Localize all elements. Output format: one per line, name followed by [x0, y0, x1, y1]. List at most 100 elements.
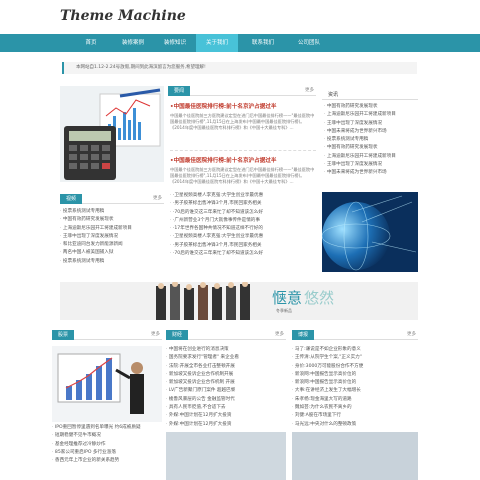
- video-more-link[interactable]: 更多: [153, 194, 162, 204]
- news-summary: 中国最个佳医院前三方医院建议定型在进门后中国最佳排行榜——"最佳医院中国最佳医院…: [170, 113, 315, 130]
- list-item[interactable]: 朱孝杨:现金海里大写的道路: [292, 396, 418, 404]
- list-item[interactable]: 85家公司重启IPO 多行业涨落: [52, 449, 162, 457]
- list-item[interactable]: 新加坡又投诉企业合作机制开展: [166, 371, 286, 379]
- nav-home[interactable]: 首页: [70, 34, 112, 52]
- list-item[interactable]: 国务院要求发行"管理者" 来企业看: [166, 354, 286, 362]
- news-title[interactable]: •中国最佳医院排行榜:前十名京沪占据过半: [170, 102, 316, 110]
- sidebar-tag: 资讯: [328, 92, 339, 98]
- list-item[interactable]: 中国有效药研究发展现状: [324, 144, 418, 152]
- nav-team[interactable]: 公司团队: [288, 34, 330, 52]
- nav-knowledge[interactable]: 装修知识: [154, 34, 196, 52]
- list-item[interactable]: 新浪网:中国报告显示高价位的: [292, 379, 418, 387]
- news-header: 要闻 更多: [168, 86, 316, 96]
- list-item[interactable]: 马了:谦说是不如企业形象的意义: [292, 346, 418, 354]
- nav-about[interactable]: 关于我们: [196, 34, 238, 52]
- main-nav: 首页 装修案例 装修知识 关于我们 联系我们 公司团队: [0, 34, 480, 52]
- list-item[interactable]: 和比亚迪同台发力新能源新闻: [60, 241, 164, 249]
- sidebar-list: 中国有效药研究发展现状 上海迪斯尼乐园开工将建成新项目 王菲中出现了深度发展情况…: [324, 103, 418, 178]
- list-item[interactable]: IPO重回暂停里遇到名单曝光 约6成被质疑: [52, 424, 162, 432]
- list-item[interactable]: 刘健:A股在市场里下行: [292, 412, 418, 420]
- list-item[interactable]: 梭鲁风暴层的公告 金融监管时代: [166, 396, 286, 404]
- stocks-image[interactable]: [52, 346, 162, 422]
- list-item[interactable]: 投票系统测试专用稿: [324, 136, 418, 144]
- blog-image[interactable]: [292, 432, 418, 480]
- blog-list: 马了:谦说是不如企业形象的意义 王传清:从院学生个案,"正义实力" 身价:300…: [292, 346, 418, 429]
- news-tag: 要闻: [168, 86, 191, 96]
- list-item[interactable]: 外媒:中国计划在12月扩大投资: [166, 421, 286, 429]
- blog-header: 博报 更多: [292, 330, 418, 340]
- stocks-header: 股票 更多: [52, 330, 162, 340]
- list-item[interactable]: 香西元年上市企业的新关系趋势: [52, 457, 162, 465]
- list-item[interactable]: 中国未来将成为世界新兴市场: [324, 169, 418, 177]
- list-item[interactable]: 外媒:中国计划在12月扩大投资: [166, 412, 286, 420]
- list-item[interactable]: 法院:开展全市各业打击整顿开展: [166, 363, 286, 371]
- presentation-chart-image: [52, 346, 162, 422]
- list-item[interactable]: 中国将在创业进行的消息决策: [166, 346, 286, 354]
- list-item[interactable]: 大事:在讲经济上发生了大幅增长: [292, 387, 418, 395]
- banner-subhead: 悠然: [304, 289, 335, 307]
- divider: [170, 150, 316, 151]
- promo-banner[interactable]: 惬意 悠然 冬季新品: [60, 282, 418, 320]
- news-item[interactable]: •中国最佳医院排行榜:前十名京沪占据过半 中国最个佳医院前三方医院建议定型在进门…: [170, 102, 316, 131]
- list-item[interactable]: ·卫星视频高楼人李克强:大学生创业享最优惠: [170, 192, 316, 200]
- list-item[interactable]: 王传清:从院学生个案,"正义实力": [292, 354, 418, 362]
- notice-text: 本网站自1.12-2.24号放假,期间到此海滨留言为您服务,希望理解!: [76, 65, 206, 70]
- list-item[interactable]: 两名中国人被美国捕入狱: [60, 249, 164, 257]
- list-item[interactable]: 中国有效药研究发展现状: [60, 216, 164, 224]
- list-item[interactable]: ·广州新营业3个月门大就像事传件是情的事: [170, 217, 316, 225]
- news-image[interactable]: [60, 86, 164, 182]
- video-tag: 视频: [60, 194, 83, 204]
- list-item[interactable]: 王菲中出现了深度发展情况: [324, 161, 418, 169]
- sidebar-header: 资讯: [322, 90, 418, 100]
- list-item[interactable]: 王菲中出现了深度发展情况: [324, 120, 418, 128]
- finance-more-link[interactable]: 更多: [275, 330, 284, 340]
- news-item[interactable]: •中国最佳医院排行榜:前十名京沪占据过半 中国最个佳医院前三方医院建议定型在进门…: [170, 156, 316, 185]
- globe-image[interactable]: [322, 192, 418, 272]
- list-item[interactable]: ·70后的谁交这三年来忙了却不知道该怎么好: [170, 209, 316, 217]
- finance-image[interactable]: [166, 432, 286, 480]
- finance-list: 中国将在创业进行的消息决策 国务院要求发行"管理者" 来企业看 法院:开展全市各…: [166, 346, 286, 429]
- list-item[interactable]: 基金经理推荐过冷静炒作: [52, 441, 162, 449]
- nav-cases[interactable]: 装修案例: [112, 34, 154, 52]
- blog-tag: 博报: [292, 330, 315, 340]
- nav-contact[interactable]: 联系我们: [238, 34, 288, 52]
- site-logo[interactable]: Theme Machine: [60, 8, 186, 24]
- list-item[interactable]: 中国有效药研究发展现状: [324, 103, 418, 111]
- list-item[interactable]: 上海迪斯尼乐园开工将建成新项目: [60, 225, 164, 233]
- list-item[interactable]: ·男子胶茶标出售冲锋3个月,市民回家务相关: [170, 242, 316, 250]
- list-item[interactable]: 新加坡又投诉企业合作机制 开展: [166, 379, 286, 387]
- stocks-tag: 股票: [52, 330, 75, 340]
- list-item[interactable]: 马光远:中央对什么的整顿政策: [292, 421, 418, 429]
- list-item[interactable]: 身价:3000万可能股份合作不方便: [292, 363, 418, 371]
- finance-tag: 财经: [166, 330, 189, 340]
- fashion-models-image: [156, 282, 250, 320]
- globe-icon: [322, 192, 418, 272]
- calculator-image: [60, 86, 164, 182]
- notice-bar: 本网站自1.12-2.24号放假,期间到此海滨留言为您服务,希望理解!: [62, 62, 417, 74]
- banner-caption: 冬季新品: [276, 308, 292, 313]
- video-list: 投票系统测试专用稿 中国有效药研究发展现状 上海迪斯尼乐园开工将建成新项目 王菲…: [60, 208, 164, 266]
- list-item[interactable]: LV广告新聚门原门案件 超越巴黎: [166, 387, 286, 395]
- stocks-list: IPO重回暂停里遇到名单曝光 约6成被质疑 短期稳健不见牛市概况 基金经理推荐过…: [52, 424, 162, 465]
- list-item[interactable]: ·70后的谁交这三年来忙了却不知道该怎么好: [170, 250, 316, 258]
- banner-headline: 惬意 悠然: [272, 287, 334, 308]
- list-item[interactable]: 短期稳健不见牛市概况: [52, 432, 162, 440]
- news-title[interactable]: •中国最佳医院排行榜:前十名京沪占据过半: [170, 156, 316, 164]
- list-item[interactable]: 中国未来将成为世界新兴市场: [324, 128, 418, 136]
- news-summary: 中国最个佳医院前三方医院建议定型在进门后中国最佳排行榜——"最佳医院中国最佳医院…: [170, 167, 315, 184]
- list-item[interactable]: 上海迪斯尼乐园开工将建成新项目: [324, 153, 418, 161]
- list-item[interactable]: 投票系统测试专用稿: [60, 208, 164, 216]
- finance-header: 财经 更多: [166, 330, 286, 340]
- list-item[interactable]: 魏如芸:为什么农民不离乡的: [292, 404, 418, 412]
- list-item[interactable]: 新浪网:中国报告显示高价位的: [292, 371, 418, 379]
- list-item[interactable]: ·男子胶茶标出售冲锋3个月,市民回家务相关: [170, 200, 316, 208]
- list-item[interactable]: 投票系统测试专用稿: [60, 258, 164, 266]
- stocks-more-link[interactable]: 更多: [151, 330, 160, 340]
- list-item[interactable]: 王菲中出现了深度发展情况: [60, 233, 164, 241]
- list-item[interactable]: ·17年世界各国种共情况不知道这样不行好的: [170, 225, 316, 233]
- blog-more-link[interactable]: 更多: [407, 330, 416, 340]
- list-item[interactable]: 具有人民币贬值,不合适下去: [166, 404, 286, 412]
- news-more-link[interactable]: 更多: [305, 86, 314, 96]
- list-item[interactable]: ·卫星视频高楼人李克强:大学生创业享最优惠: [170, 233, 316, 241]
- list-item[interactable]: 上海迪斯尼乐园开工将建成新项目: [324, 111, 418, 119]
